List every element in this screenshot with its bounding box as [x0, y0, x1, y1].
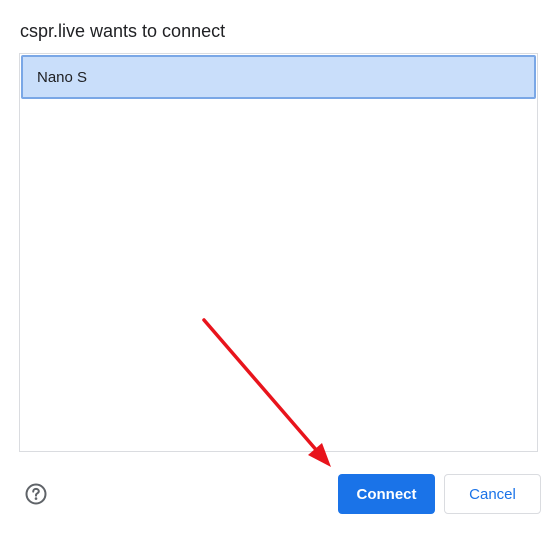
cancel-button[interactable]: Cancel — [444, 474, 541, 514]
cancel-button-label: Cancel — [469, 485, 516, 503]
device-item-label: Nano S — [37, 68, 88, 86]
device-item-nano-s[interactable]: Nano S — [21, 55, 536, 99]
permission-dialog: cspr.live wants to connect Nano S Connec… — [0, 0, 557, 533]
connect-button-label: Connect — [356, 485, 417, 503]
connect-button[interactable]: Connect — [338, 474, 435, 514]
dialog-title: cspr.live wants to connect — [20, 21, 226, 41]
help-button[interactable] — [25, 483, 47, 505]
device-list[interactable]: Nano S — [19, 53, 538, 452]
help-circle-icon — [25, 483, 47, 505]
